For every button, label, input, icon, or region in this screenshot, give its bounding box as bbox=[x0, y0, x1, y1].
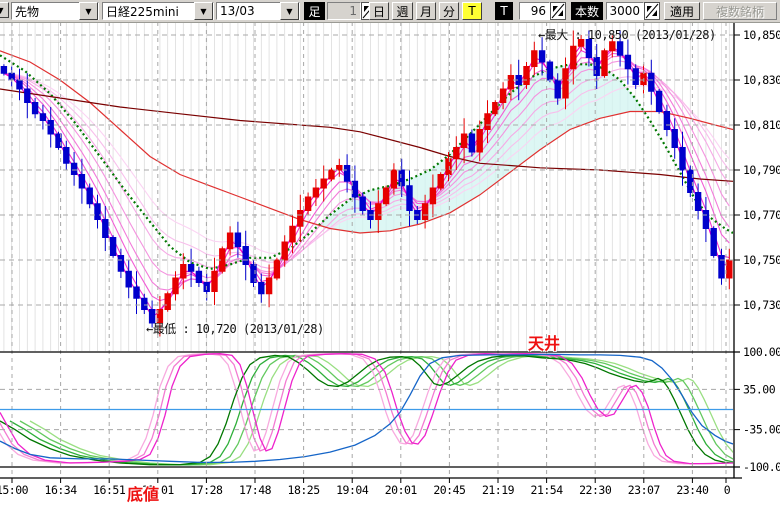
svg-text:35.00: 35.00 bbox=[743, 382, 776, 396]
timeframe-minute-button[interactable]: 分 bbox=[439, 2, 459, 20]
chevron-down-icon[interactable]: ▼ bbox=[194, 2, 213, 20]
svg-text:10,730: 10,730 bbox=[743, 298, 780, 312]
svg-text:100.00: 100.00 bbox=[743, 345, 780, 359]
chevron-down-icon[interactable]: ▼ bbox=[79, 2, 98, 20]
svg-text:19:04: 19:04 bbox=[336, 483, 369, 497]
timeframe-tick-button[interactable]: T bbox=[462, 2, 482, 20]
annotation-ceiling: 天井 bbox=[528, 330, 560, 354]
bar-count-input[interactable]: 3000 bbox=[606, 2, 644, 20]
svg-text:16:34: 16:34 bbox=[45, 483, 78, 497]
chart-canvas[interactable]: 10,850 10,830 10,810 10,790 10,770 10,750 10,7… bbox=[0, 0, 780, 501]
timeframe-week-button[interactable]: 週 bbox=[392, 2, 413, 20]
instrument-type-value: 先物 bbox=[12, 3, 79, 20]
interval-input[interactable]: 1 bbox=[327, 2, 361, 20]
svg-text:10,830: 10,830 bbox=[743, 73, 780, 87]
svg-text:17:48: 17:48 bbox=[239, 483, 272, 497]
tick-count-input[interactable]: 96 bbox=[519, 2, 550, 20]
symbol-value: 日経225mini bbox=[103, 3, 194, 20]
symbol-combobox[interactable]: 日経225mini ▼ bbox=[102, 2, 214, 20]
svg-text:22:30: 22:30 bbox=[579, 483, 612, 497]
svg-text:0: 0 bbox=[724, 483, 731, 497]
chart-area[interactable]: 10,850 10,830 10,810 10,790 10,770 10,750 10,7… bbox=[0, 0, 780, 501]
annotation-bottom: 底値 bbox=[127, 481, 159, 505]
svg-text:10,810: 10,810 bbox=[743, 118, 780, 132]
svg-text:10,750: 10,750 bbox=[743, 253, 780, 267]
svg-text:23:40: 23:40 bbox=[676, 483, 709, 497]
annotation-max: ←最大 : 10,850 (2013/01/28) bbox=[538, 26, 716, 43]
svg-text:18:25: 18:25 bbox=[288, 483, 320, 497]
svg-text:21:54: 21:54 bbox=[531, 483, 564, 497]
svg-text:16:51: 16:51 bbox=[93, 483, 126, 497]
bar-count-label: 本数 bbox=[571, 2, 603, 20]
instrument-type-combobox[interactable]: 先物 ▼ bbox=[11, 2, 99, 20]
svg-text:20:01: 20:01 bbox=[385, 483, 418, 497]
multi-symbol-button[interactable]: 複数銘柄 bbox=[703, 2, 777, 20]
annotation-min: ←最低 : 10,720 (2013/01/28) bbox=[146, 320, 324, 337]
contract-month-combobox[interactable]: 13/03 ▼ bbox=[216, 2, 300, 20]
svg-text:23:07: 23:07 bbox=[628, 483, 661, 497]
toolbar: ▼ 先物 ▼ 日経225mini ▼ 13/03 ▼ 足 1 日 週 月 分 T… bbox=[0, 0, 780, 23]
svg-text:-35.00: -35.00 bbox=[743, 423, 780, 437]
svg-text:-100.00: -100.00 bbox=[743, 460, 780, 474]
svg-text:15:00: 15:00 bbox=[0, 483, 29, 497]
svg-text:21:19: 21:19 bbox=[482, 483, 515, 497]
timeframe-day-button[interactable]: 日 bbox=[369, 2, 389, 20]
chevron-down-icon[interactable]: ▼ bbox=[280, 2, 299, 20]
apply-button[interactable]: 適用 bbox=[664, 2, 700, 20]
partial-combo-arrow-icon[interactable]: ▼ bbox=[0, 2, 9, 18]
timeframe-month-button[interactable]: 月 bbox=[416, 2, 436, 20]
svg-text:17:28: 17:28 bbox=[190, 483, 223, 497]
svg-text:10,850: 10,850 bbox=[743, 28, 780, 42]
svg-text:20:45: 20:45 bbox=[433, 483, 465, 497]
bar-type-label: 足 bbox=[304, 2, 325, 20]
bar-count-spinner-icon[interactable] bbox=[644, 2, 660, 20]
svg-text:10,770: 10,770 bbox=[743, 208, 780, 222]
contract-month-value: 13/03 bbox=[217, 4, 280, 18]
tick-label: T bbox=[495, 2, 513, 20]
svg-text:10,790: 10,790 bbox=[743, 163, 780, 177]
tick-count-spinner-icon[interactable] bbox=[550, 2, 566, 20]
